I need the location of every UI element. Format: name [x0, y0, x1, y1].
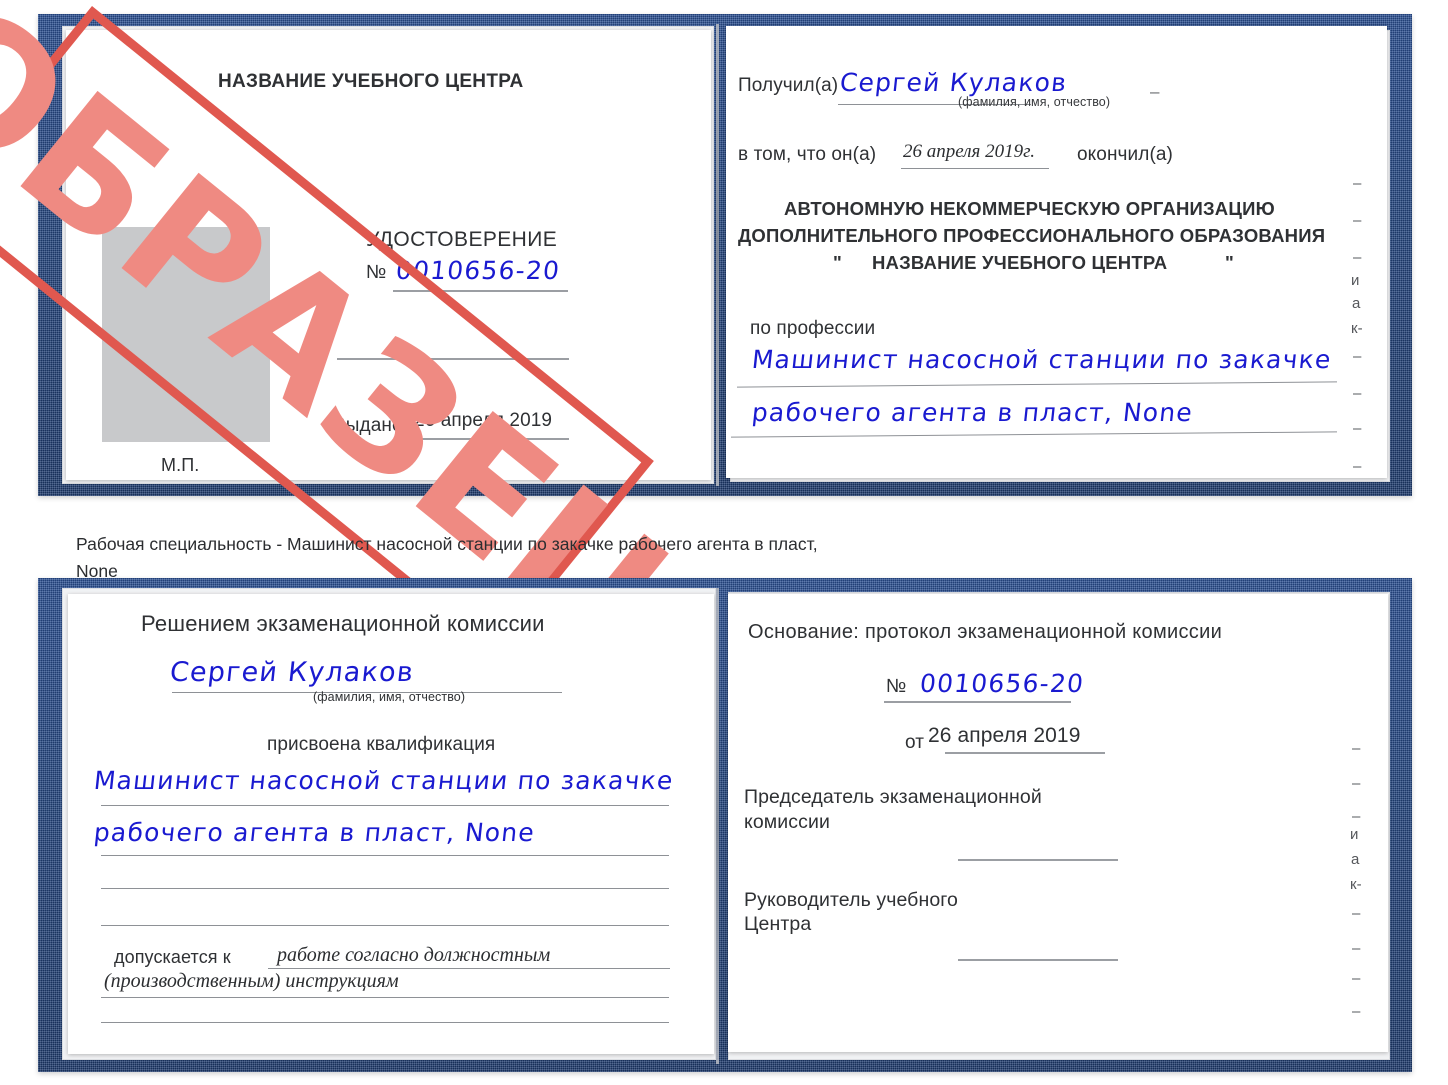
basis-label: Основание: протокол экзаменационной коми…: [748, 621, 1223, 643]
certificate-number-label: №: [366, 262, 387, 283]
edge-fragment: –: [1353, 249, 1362, 266]
document-type-label: УДОСТОВЕРЕНИЕ: [366, 228, 558, 251]
commission-chair-line-1: Председатель экзаменационной: [744, 786, 1042, 808]
admitted-label: допускается к: [114, 947, 231, 967]
edge-fragment: –: [1353, 175, 1362, 192]
commission-decision-heading: Решением экзаменационной комиссии: [141, 611, 545, 636]
edge-fragment: –: [1352, 775, 1361, 792]
certificate-number-rule: [393, 290, 568, 292]
edge-fragment: –: [1352, 1003, 1361, 1020]
edge-fragment: –: [1352, 905, 1361, 922]
edge-fragment: –: [1353, 212, 1362, 229]
qualification-label: присвоена квалификация: [267, 734, 496, 755]
certificate-top-spine: [716, 24, 719, 486]
admitted-rule-2: [101, 997, 669, 998]
certificate-number-value: 0010656-20: [394, 256, 562, 285]
qualification-rule-2: [101, 855, 669, 856]
edge-fragment: –: [1352, 970, 1361, 987]
issued-label: Выдано: [333, 415, 403, 436]
training-center-title: НАЗВАНИЕ УЧЕБНОГО ЦЕНТРА: [218, 71, 524, 92]
edge-fragment: –: [1353, 385, 1362, 402]
photo-placeholder: [102, 227, 270, 442]
admitted-line-1: работе согласно должностным: [277, 944, 551, 966]
fio-hint-top: (фамилия, имя, отчество): [958, 95, 1111, 109]
training-center-head-line-2: Центра: [744, 913, 812, 935]
edge-fragment: и: [1351, 272, 1360, 289]
profession-label: по профессии: [750, 318, 876, 339]
protocol-date-rule: [945, 752, 1105, 754]
edge-fragment: –: [1352, 808, 1361, 825]
training-center-head-line-1: Руководитель учебного: [744, 889, 958, 911]
edge-fragment: –: [1352, 940, 1361, 957]
fio-hint-bottom: (фамилия, имя, отчество): [313, 690, 466, 704]
protocol-number-value: 0010656-20: [918, 669, 1086, 698]
completion-date-value: 26 апреля 2019г.: [903, 141, 1035, 162]
received-by-label: Получил(а): [738, 75, 839, 96]
edge-fragment: –: [1353, 348, 1362, 365]
edge-fragment: а: [1352, 295, 1361, 312]
edge-fragment: и: [1350, 826, 1359, 843]
protocol-date-value: 26 апреля 2019: [928, 724, 1081, 747]
profession-line-1: Машинист насосной станции по закачке: [750, 345, 1334, 374]
received-by-dash: –: [1150, 82, 1160, 101]
qualification-rule-3: [101, 888, 669, 889]
edge-fragment: к-: [1350, 876, 1362, 893]
protocol-date-label: от: [905, 732, 925, 753]
certificate-bottom-spine: [716, 588, 719, 1064]
organization-quote-open: ": [833, 252, 842, 273]
organization-line-2: ДОПОЛНИТЕЛЬНОГО ПРОФЕССИОНАЛЬНОГО ОБРАЗО…: [738, 225, 1326, 246]
graduate-name: Сергей Кулаков: [168, 657, 416, 688]
protocol-number-label: №: [886, 676, 907, 697]
commission-chair-signature-rule: [958, 859, 1118, 861]
organization-line-3: НАЗВАНИЕ УЧЕБНОГО ЦЕНТРА: [872, 252, 1168, 273]
edge-fragment: –: [1353, 458, 1362, 475]
certificate-blank-rule: [337, 358, 569, 360]
qualification-rule-1: [101, 805, 669, 806]
completion-date-rule: [901, 168, 1049, 169]
edge-fragment: –: [1353, 420, 1362, 437]
edge-fragment: к-: [1351, 320, 1363, 337]
organization-quote-close: ": [1225, 252, 1234, 273]
issued-date-rule: [411, 438, 569, 440]
training-center-head-signature-rule: [958, 959, 1118, 961]
commission-chair-line-2: комиссии: [744, 811, 830, 833]
issued-date-value: 26 апреля 2019: [414, 410, 553, 431]
received-by-name: Сергей Кулаков: [838, 68, 1069, 97]
qualification-line-1: Машинист насосной станции по закачке: [92, 766, 676, 795]
edge-fragment: –: [1352, 740, 1361, 757]
seal-place-label: М.П.: [161, 455, 200, 475]
organization-line-1: АВТОНОМНУЮ НЕКОММЕРЧЕСКУЮ ОРГАНИЗАЦИЮ: [784, 198, 1275, 219]
profession-line-2: рабочего агента в пласт, None: [750, 398, 1195, 427]
admitted-rule-1: [268, 968, 670, 969]
admitted-rule-3: [101, 1022, 669, 1023]
qualification-line-2: рабочего агента в пласт, None: [92, 818, 537, 847]
protocol-number-rule: [884, 701, 1071, 703]
admitted-line-2: (производственным) инструкциям: [104, 970, 399, 992]
edge-fragment: а: [1351, 851, 1360, 868]
in-that-label: в том, что он(а): [738, 144, 877, 165]
finished-label: окончил(а): [1077, 144, 1173, 165]
qualification-rule-4: [101, 925, 669, 926]
